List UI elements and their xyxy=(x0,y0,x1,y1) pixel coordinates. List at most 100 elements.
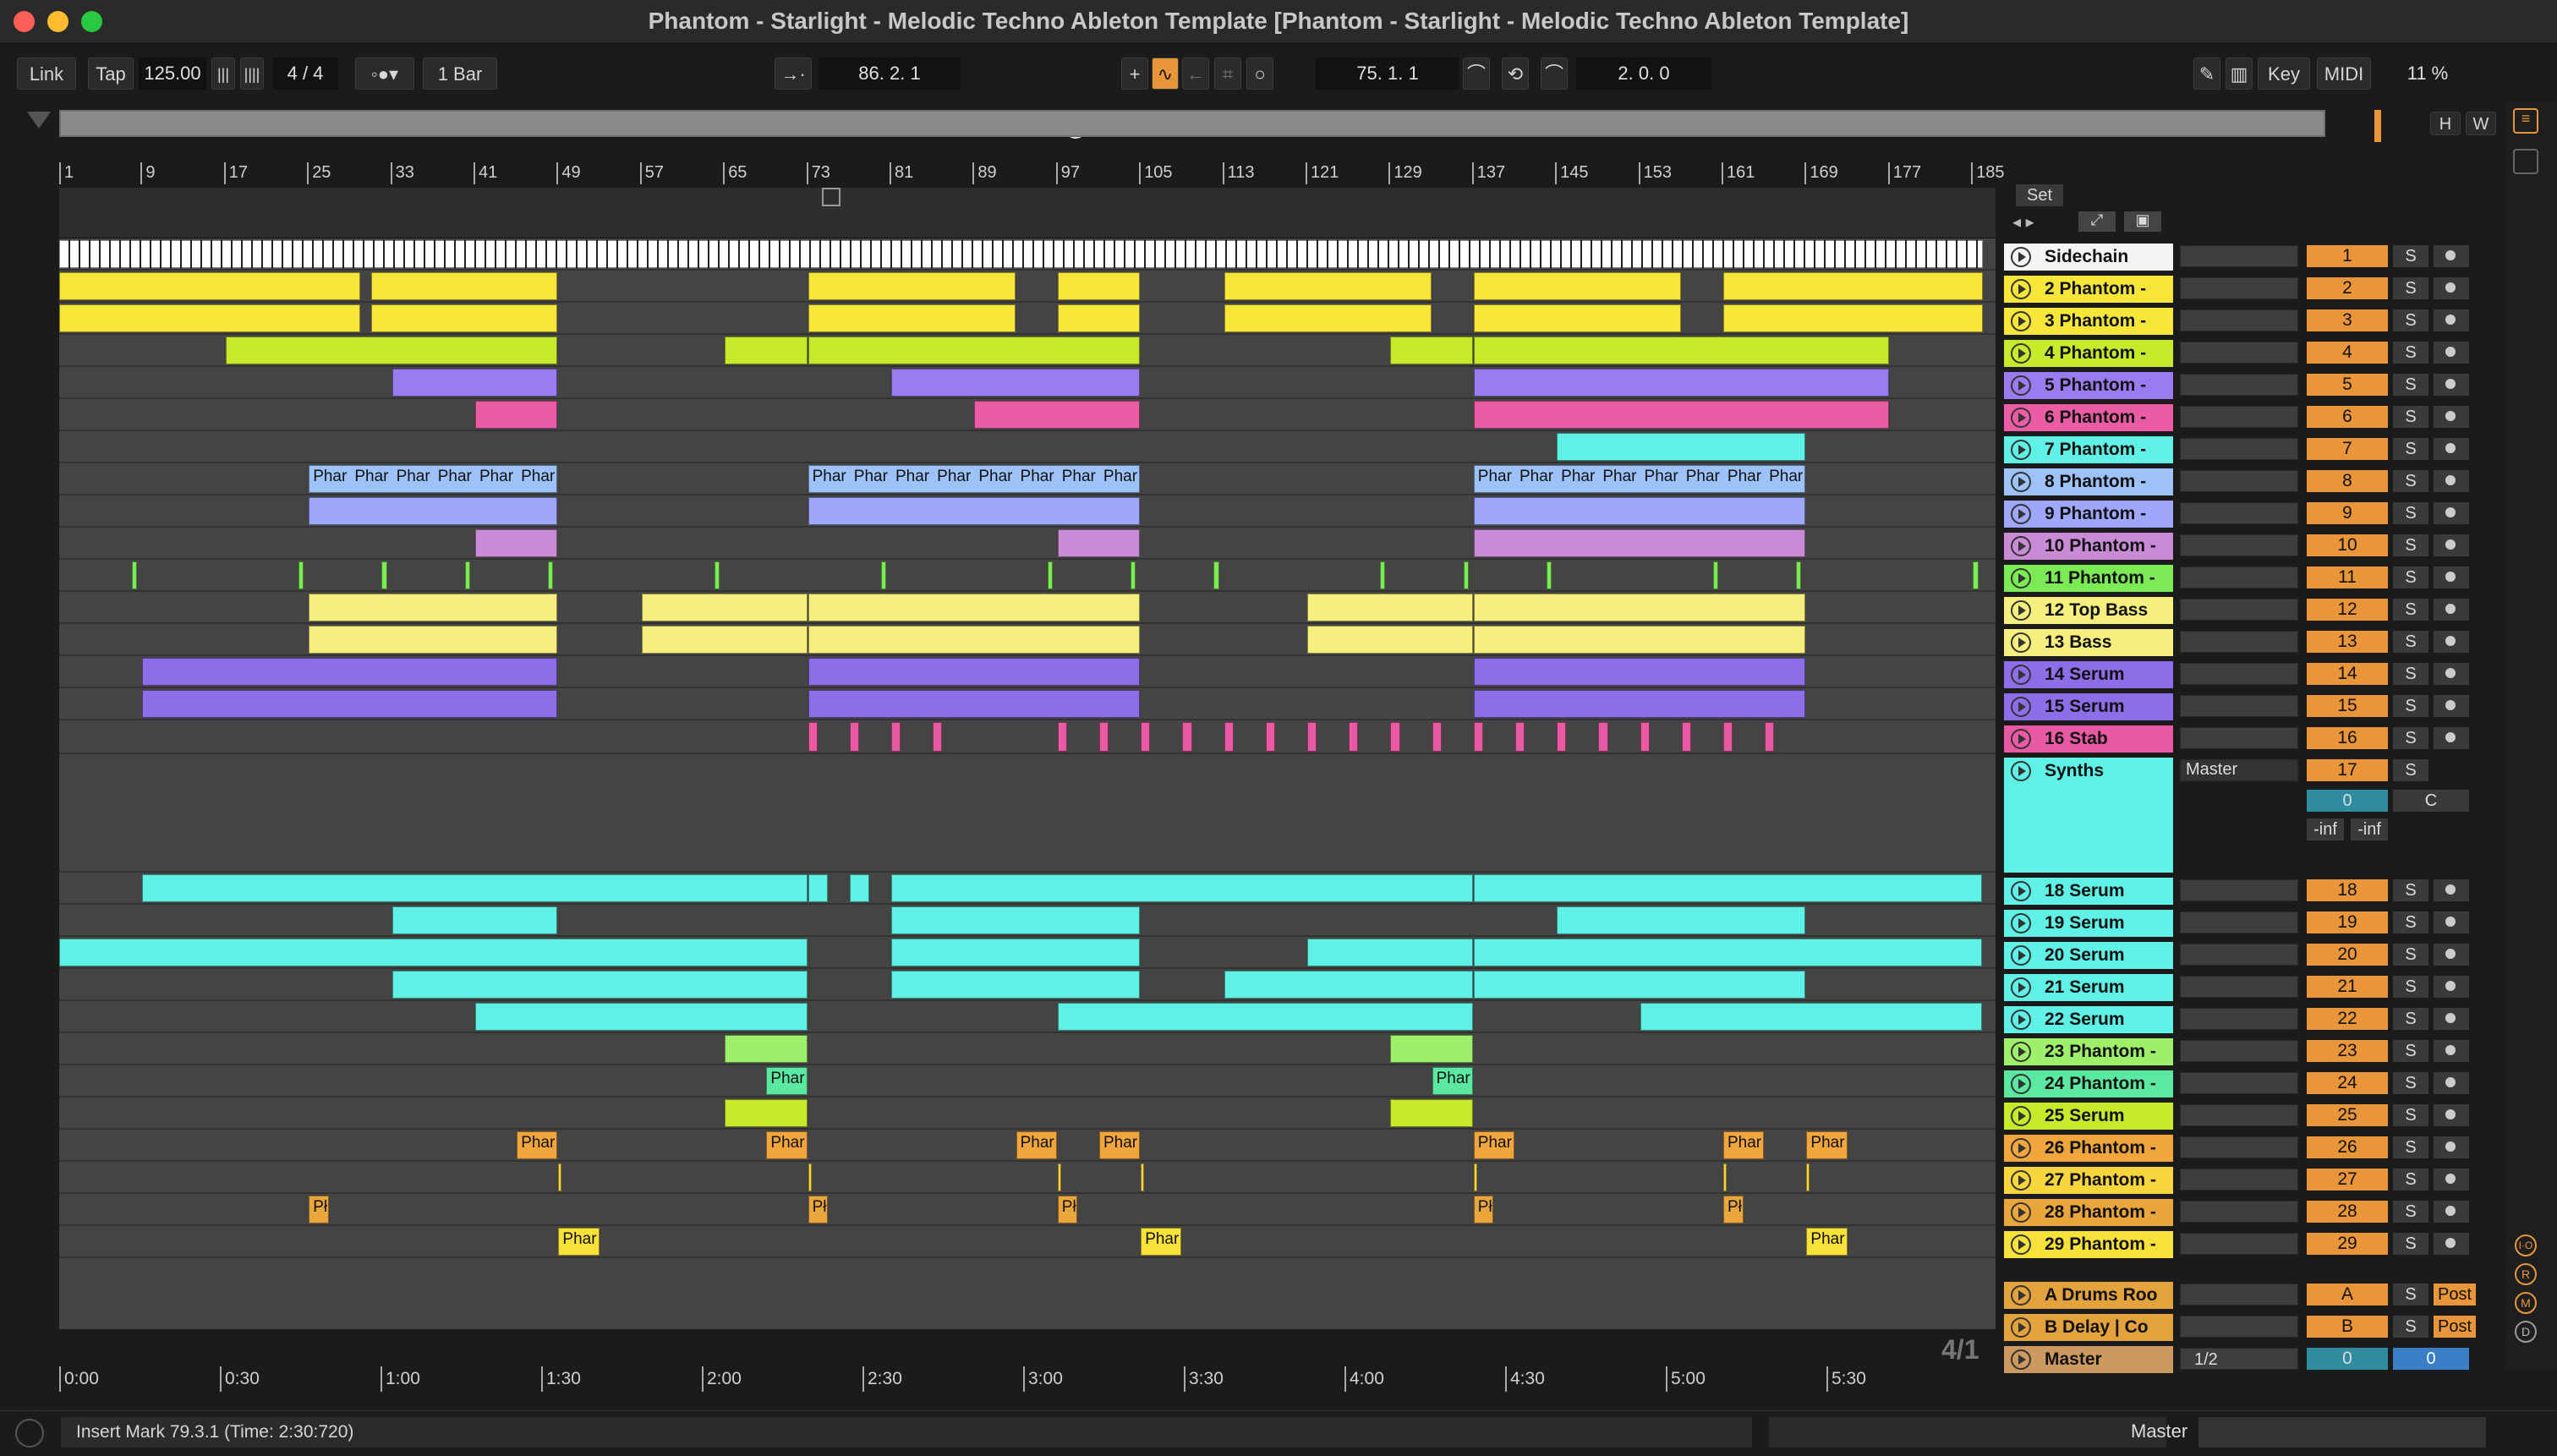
track-activator-button[interactable]: 29 xyxy=(2307,1233,2388,1255)
clip[interactable] xyxy=(891,971,1141,999)
clip[interactable] xyxy=(1806,1163,1810,1191)
clip[interactable] xyxy=(1796,561,1802,589)
track-activator-button[interactable]: 10 xyxy=(2307,534,2388,556)
track-play-icon[interactable] xyxy=(2011,1170,2031,1191)
clip[interactable] xyxy=(1723,1163,1727,1191)
clip[interactable] xyxy=(1723,272,1983,300)
fit-height-button[interactable]: H xyxy=(2430,112,2461,135)
clip[interactable] xyxy=(808,658,1141,686)
solo-button[interactable]: S xyxy=(2393,438,2428,460)
arm-button[interactable] xyxy=(2434,245,2469,267)
clip[interactable] xyxy=(475,529,558,557)
arm-button[interactable] xyxy=(2434,911,2469,933)
track-input-box[interactable]: Master xyxy=(2180,759,2298,781)
nudge-down-icon[interactable]: ||| xyxy=(211,57,235,90)
clip[interactable] xyxy=(309,594,558,621)
arm-button[interactable] xyxy=(2434,631,2469,653)
track-activator-button[interactable]: 28 xyxy=(2307,1201,2388,1223)
track-lane[interactable]: Phar Phar Phar xyxy=(59,1226,1996,1258)
track-header[interactable]: 7 Phantom -7S xyxy=(2004,435,2496,463)
track-activator-button[interactable]: 24 xyxy=(2307,1072,2388,1094)
track-play-icon[interactable] xyxy=(2011,977,2031,998)
clip[interactable]: Phar xyxy=(1473,1131,1514,1159)
track-play-icon[interactable] xyxy=(2011,945,2031,966)
track-input-box[interactable] xyxy=(2180,502,2298,524)
track-input-box[interactable] xyxy=(2180,1008,2298,1030)
clip[interactable] xyxy=(309,497,558,525)
track-activator-button[interactable]: 16 xyxy=(2307,727,2388,749)
arm-button[interactable] xyxy=(2434,342,2469,364)
clip[interactable] xyxy=(1307,722,1317,752)
track-input-box[interactable] xyxy=(2180,1233,2298,1255)
capture-icon[interactable]: ⌗ xyxy=(1214,57,1241,90)
clip[interactable] xyxy=(641,626,808,654)
clip[interactable] xyxy=(1057,1163,1061,1191)
track-play-icon[interactable] xyxy=(2011,913,2031,933)
clip[interactable] xyxy=(808,722,818,752)
clip[interactable] xyxy=(309,626,558,654)
clip[interactable] xyxy=(1473,626,1806,654)
transport-play-icon[interactable] xyxy=(15,1419,44,1448)
returns-toggle-icon[interactable]: R xyxy=(2515,1263,2537,1285)
track-activator-button[interactable]: 7 xyxy=(2307,438,2388,460)
locator-strip[interactable] xyxy=(59,188,1996,238)
solo-button[interactable]: S xyxy=(2393,976,2428,998)
clip[interactable] xyxy=(225,337,558,364)
solo-button[interactable]: S xyxy=(2393,759,2428,781)
clip[interactable] xyxy=(1057,1003,1473,1031)
clip[interactable] xyxy=(1182,722,1192,752)
track-input-box[interactable] xyxy=(2180,695,2298,717)
track-play-icon[interactable] xyxy=(2011,504,2031,524)
track-lane[interactable] xyxy=(59,399,1996,431)
track-header[interactable]: 15 Serum 15 S xyxy=(2004,692,2496,720)
track-play-icon[interactable] xyxy=(2011,440,2031,460)
solo-button[interactable]: S xyxy=(2393,406,2428,428)
track-activator-button[interactable]: 20 xyxy=(2307,944,2388,966)
clip[interactable] xyxy=(1380,561,1386,589)
clip[interactable] xyxy=(132,561,138,589)
track-play-icon[interactable] xyxy=(2011,600,2031,621)
clip[interactable] xyxy=(1390,337,1473,364)
arm-button[interactable] xyxy=(2434,599,2469,621)
track-input-box[interactable] xyxy=(2180,567,2298,588)
clip[interactable] xyxy=(142,874,808,902)
clip[interactable] xyxy=(371,304,558,332)
master-track-header[interactable]: Master 1/2 0 0 xyxy=(2004,1344,2496,1373)
track-header[interactable]: 14 Serum 14 S xyxy=(2004,660,2496,688)
clip[interactable] xyxy=(1473,529,1806,557)
clip[interactable] xyxy=(1057,304,1141,332)
track-activator-button[interactable]: A xyxy=(2307,1284,2388,1305)
track-header[interactable]: 25 Serum 25 S xyxy=(2004,1101,2496,1130)
track-play-icon[interactable] xyxy=(2011,1074,2031,1094)
track-input-box[interactable] xyxy=(2180,911,2298,933)
track-play-icon[interactable] xyxy=(2011,279,2031,299)
clip[interactable] xyxy=(1473,401,1889,429)
clip[interactable] xyxy=(381,561,387,589)
clip[interactable] xyxy=(548,561,554,589)
clip[interactable] xyxy=(1463,561,1469,589)
clip[interactable]: Phar xyxy=(1806,1228,1848,1256)
track-header[interactable]: 8 Phantom -8S xyxy=(2004,467,2496,495)
clip[interactable] xyxy=(849,722,860,752)
clip[interactable] xyxy=(1141,722,1151,752)
track-lane[interactable] xyxy=(59,720,1996,754)
track-play-icon[interactable] xyxy=(2011,408,2031,428)
solo-button[interactable]: S xyxy=(2393,911,2428,933)
clip[interactable] xyxy=(142,690,558,718)
track-play-icon[interactable] xyxy=(2011,1042,2031,1062)
solo-button[interactable]: S xyxy=(2393,1284,2428,1305)
track-play-icon[interactable] xyxy=(2011,536,2031,556)
solo-button[interactable]: S xyxy=(2393,245,2428,267)
track-play-icon[interactable] xyxy=(2011,568,2031,588)
clip[interactable] xyxy=(1681,722,1692,752)
track-lane[interactable]: Pł Pł Pł Pł Pł xyxy=(59,1194,1996,1226)
track-play-icon[interactable] xyxy=(2011,247,2031,267)
track-lane[interactable]: Phar Phar Phar Phar Phar Phar Phar xyxy=(59,1130,1996,1162)
clip[interactable] xyxy=(808,690,1141,718)
track-input-box[interactable] xyxy=(2180,1104,2298,1126)
clip[interactable]: Phar xyxy=(766,1131,808,1159)
clip[interactable] xyxy=(1973,561,1979,589)
clip[interactable]: Phar Phar Phar Phar Phar Phar Phar Phar xyxy=(1473,465,1806,493)
solo-button[interactable]: S xyxy=(2393,727,2428,749)
track-activator-button[interactable]: 5 xyxy=(2307,374,2388,396)
